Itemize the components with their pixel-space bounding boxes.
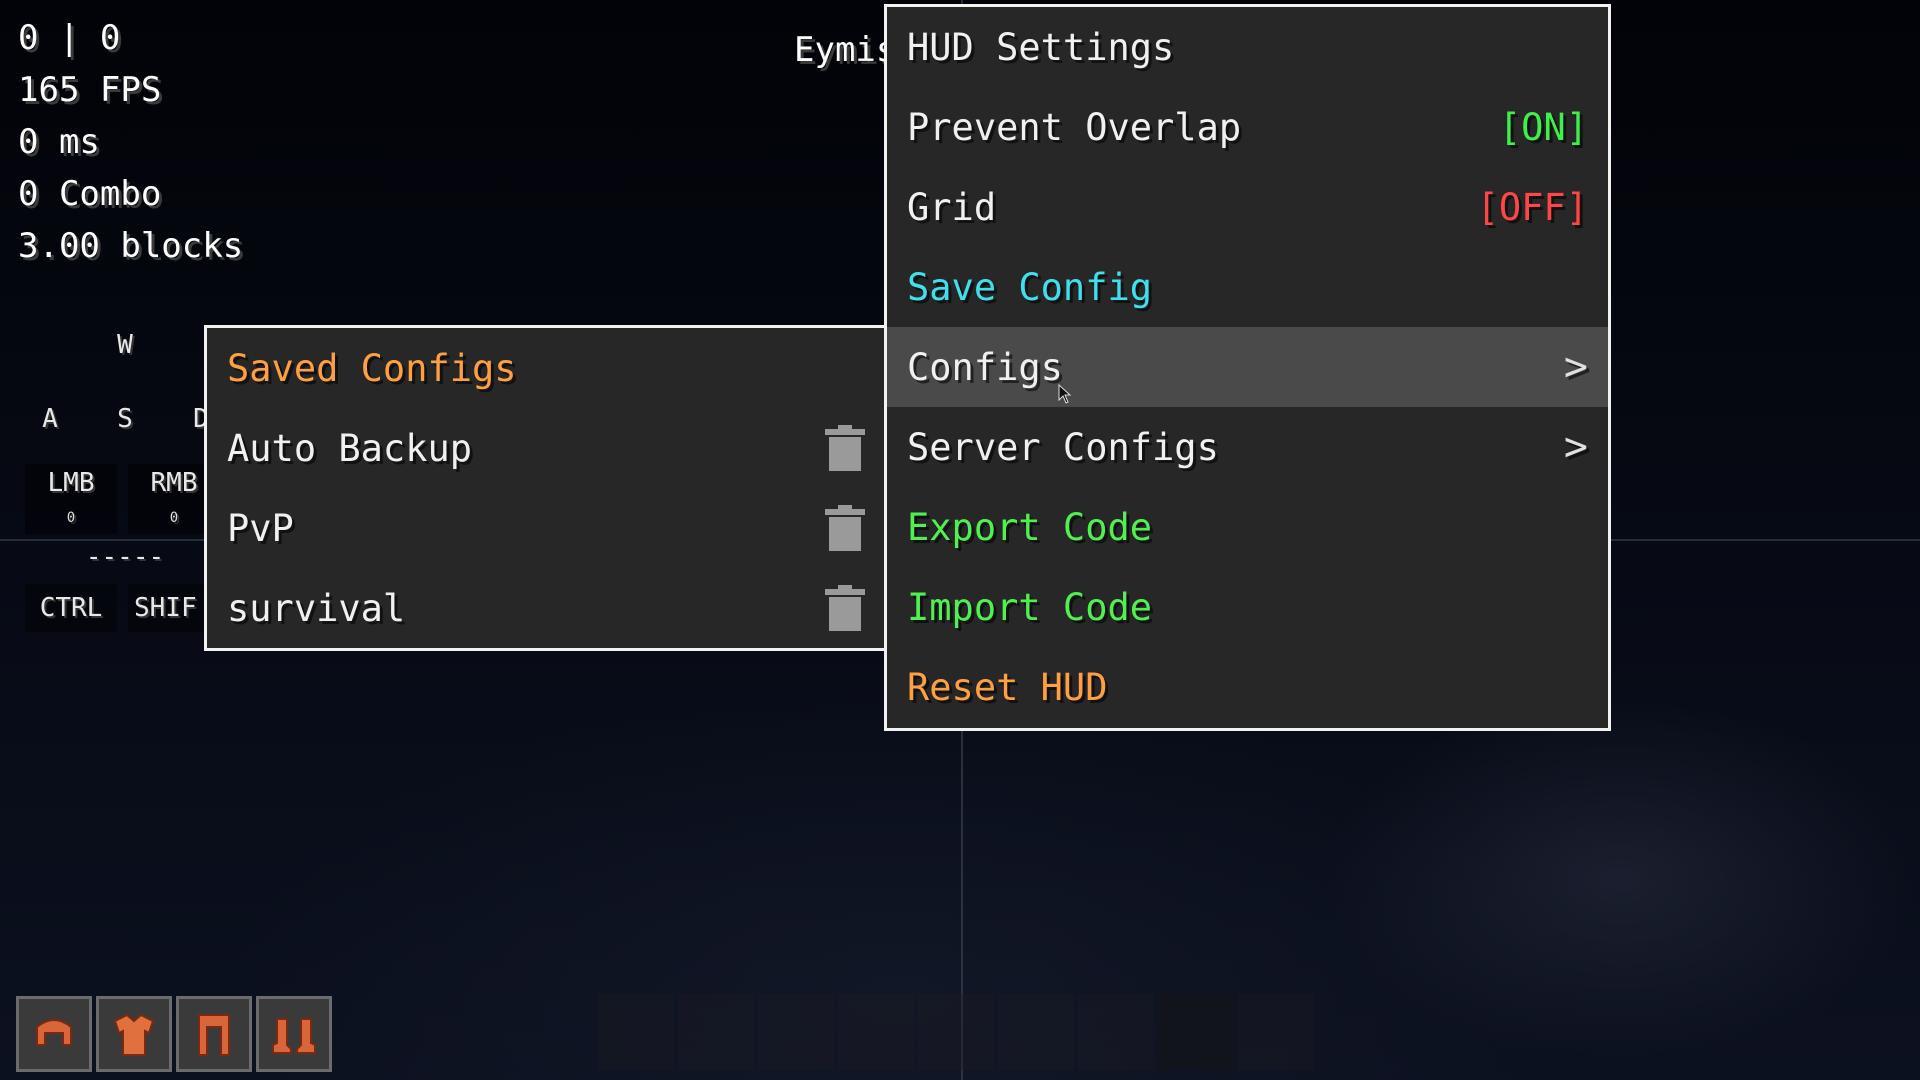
key-s: S [117,404,133,434]
configs-submenu: Saved Configs Auto Backup PvP survival [204,325,890,651]
grid-toggle[interactable]: Grid [OFF] [887,167,1608,247]
ping-counter: 0 ms [18,122,100,162]
prevent-overlap-state: [ON] [1498,105,1588,149]
hotbar-slot[interactable] [1238,994,1314,1070]
save-config-label: Save Config [907,265,1153,309]
config-item-label: Auto Backup [227,426,473,470]
config-item-survival[interactable]: survival [207,568,887,648]
hud-settings-menu: HUD Settings Prevent Overlap [ON] Grid [… [884,4,1611,731]
key-lmb: LMB 0 [25,464,117,534]
key-a: A [42,404,58,434]
export-code-label: Export Code [907,505,1153,549]
fps-counter: 165 FPS [18,70,162,110]
chevron-right-icon: > [1563,424,1588,470]
boots-icon [272,1018,316,1054]
menu-title: HUD Settings [907,25,1175,69]
grid-label: Grid [907,185,997,229]
armor-slot-leggings [176,996,252,1072]
armor-slot-chestplate [96,996,172,1072]
save-config-button[interactable]: Save Config [887,247,1608,327]
trash-icon[interactable] [825,585,865,631]
hotbar-slot[interactable] [678,994,754,1070]
trash-icon[interactable] [825,505,865,551]
key-lmb-label: LMB [47,468,95,498]
hotbar-slot-selected[interactable] [1158,994,1234,1070]
reset-hud-button[interactable]: Reset HUD [887,647,1608,727]
hotbar-slot[interactable] [838,994,914,1070]
cps-counter: 0 | 0 [18,18,121,58]
key-lmb-count: 0 [66,510,76,526]
config-item-label: PvP [227,506,294,550]
key-w: W [117,330,133,360]
prevent-overlap-label: Prevent Overlap [907,105,1242,149]
armor-slot-boots [256,996,332,1072]
combo-counter: 0 Combo [18,174,162,214]
hotbar-slot[interactable] [918,994,994,1070]
config-item-label: survival [227,586,406,630]
reset-hud-label: Reset HUD [907,665,1108,709]
saved-configs-title: Saved Configs [227,346,517,390]
game-viewport: 0 | 0 165 FPS 0 ms 0 Combo 3.00 blocks E… [0,0,1920,1080]
leggings-icon [198,1014,230,1056]
mouse-cursor-icon [1058,384,1072,404]
export-code-button[interactable]: Export Code [887,487,1608,567]
server-configs-menu-item[interactable]: Server Configs > [887,407,1608,487]
helmet-icon [36,1019,72,1046]
hotbar-slot[interactable] [598,994,674,1070]
chestplate-icon [113,1013,155,1056]
armor-status [16,996,336,1072]
hotbar-slot[interactable] [998,994,1074,1070]
chevron-right-icon: > [1563,344,1588,390]
hotbar-slot[interactable] [1078,994,1154,1070]
menu-title-row: HUD Settings [887,7,1608,87]
armor-slot-helmet [16,996,92,1072]
hotbar [598,994,1318,1074]
config-item-pvp[interactable]: PvP [207,488,887,568]
reach-display: 3.00 blocks [18,226,244,266]
server-configs-label: Server Configs [907,425,1219,469]
configs-menu-item[interactable]: Configs > [887,327,1608,407]
import-code-label: Import Code [907,585,1153,629]
key-space: ----- [85,542,165,572]
key-ctrl: CTRL [25,584,117,632]
player-name: Eymis [794,30,897,70]
prevent-overlap-toggle[interactable]: Prevent Overlap [ON] [887,87,1608,167]
grid-state: [OFF] [1476,185,1588,229]
hud-stats: 0 | 0 165 FPS 0 ms 0 Combo 3.00 blocks [18,12,243,272]
configs-label: Configs [907,345,1063,389]
trash-icon[interactable] [825,425,865,471]
hotbar-slot[interactable] [758,994,834,1070]
config-item-auto-backup[interactable]: Auto Backup [207,408,887,488]
saved-configs-header: Saved Configs [207,328,887,408]
import-code-button[interactable]: Import Code [887,567,1608,647]
